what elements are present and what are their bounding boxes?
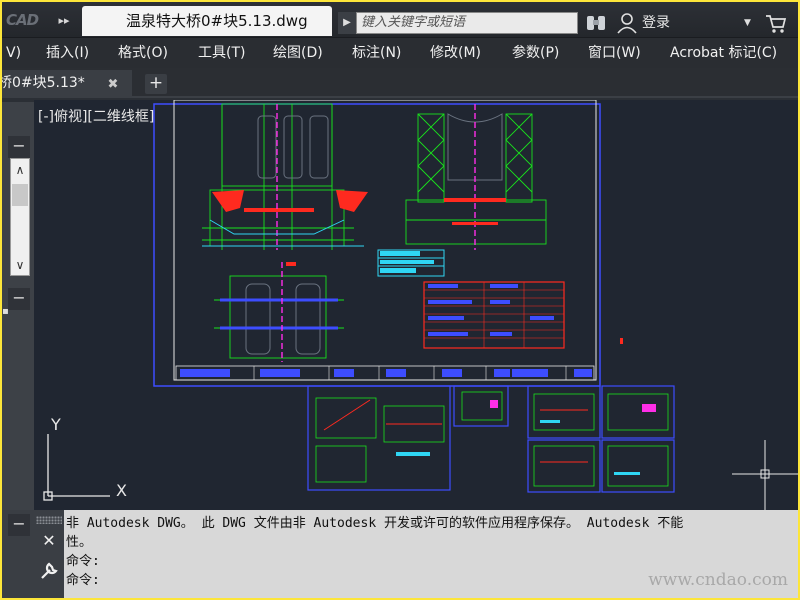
close-icon[interactable]: ✕ — [38, 530, 60, 552]
ucs-x-label: X — [116, 481, 127, 500]
watermark: www.cndao.com — [648, 570, 788, 590]
login-label[interactable]: 登录 — [642, 12, 670, 34]
tab-document[interactable]: 大桥0#块5.13* ✖ — [2, 70, 132, 98]
search-expand-icon[interactable]: ▶ — [338, 12, 356, 34]
menu-acrobat[interactable]: Acrobat 标记(C) — [670, 38, 777, 68]
viewport-label[interactable]: [-]俯视][二维线框] — [38, 106, 154, 126]
wrench-icon[interactable] — [38, 560, 60, 582]
command-line: 非 Autodesk DWG。 此 DWG 文件由非 Autodesk 开发或许… — [66, 516, 684, 531]
menu-window[interactable]: 窗口(W) — [588, 38, 641, 68]
menu-dimension[interactable]: 标注(N) — [352, 38, 401, 68]
palette-collapse-button[interactable]: − — [8, 288, 30, 310]
menu-view[interactable]: V) — [6, 38, 21, 68]
app-logo[interactable]: CAD — [2, 8, 48, 32]
menu-insert[interactable]: 插入(I) — [46, 38, 89, 68]
command-window: − ✕ 非 Autodesk DWG。 此 DWG 文件由非 Autodesk … — [2, 510, 798, 598]
menu-format[interactable]: 格式(O) — [118, 38, 168, 68]
new-tab-button[interactable]: + — [145, 74, 167, 94]
drawing-canvas[interactable]: Y X [-]俯视][二维线框] — [34, 100, 798, 510]
menu-bar: V) 插入(I) 格式(O) 工具(T) 绘图(D) 标注(N) 修改(M) 参… — [2, 38, 798, 68]
document-tab-bar: 大桥0#块5.13* ✖ + — [2, 68, 798, 98]
command-collapse-button[interactable]: − — [8, 514, 30, 536]
document-title: 温泉特大桥0#块5.13.dwg — [82, 6, 332, 36]
command-line: 性。 — [66, 535, 93, 550]
tab-document-label: 大桥0#块5.13* — [2, 75, 85, 91]
drawing-content: Y X — [43, 100, 798, 510]
quick-access-expand-icon[interactable]: ▸▸ — [52, 14, 76, 28]
palette-collapse-button[interactable]: − — [8, 136, 30, 158]
close-icon[interactable]: ✖ — [106, 78, 120, 92]
grip-handle[interactable] — [36, 516, 62, 524]
scroll-down-icon[interactable]: ∨ — [10, 254, 30, 276]
command-sidebar: − ✕ — [2, 510, 64, 598]
chevron-down-icon[interactable]: ▼ — [744, 16, 756, 30]
scroll-thumb[interactable] — [12, 184, 28, 206]
command-line: 命令: — [66, 554, 100, 569]
menu-tools[interactable]: 工具(T) — [198, 38, 245, 68]
menu-modify[interactable]: 修改(M) — [430, 38, 481, 68]
search-input[interactable]: 键入关键字或短语 — [356, 12, 578, 34]
menu-draw[interactable]: 绘图(D) — [273, 38, 323, 68]
search-placeholder: 键入关键字或短语 — [361, 15, 466, 30]
crosshair-cursor — [732, 440, 798, 510]
app-window: CAD ▸▸ 温泉特大桥0#块5.13.dwg ▶ 键入关键字或短语 登录 ▼ — [2, 2, 798, 598]
menu-parameter[interactable]: 参数(P) — [512, 38, 559, 68]
ucs-y-label: Y — [50, 415, 61, 434]
binoculars-icon[interactable] — [584, 12, 608, 34]
palette-partial-label: ▪ — [2, 306, 9, 317]
user-icon[interactable] — [616, 12, 638, 34]
title-bar: CAD ▸▸ 温泉特大桥0#块5.13.dwg ▶ 键入关键字或短语 登录 ▼ — [2, 2, 798, 38]
cart-icon[interactable] — [764, 12, 788, 34]
scroll-up-icon[interactable]: ∧ — [10, 159, 30, 181]
